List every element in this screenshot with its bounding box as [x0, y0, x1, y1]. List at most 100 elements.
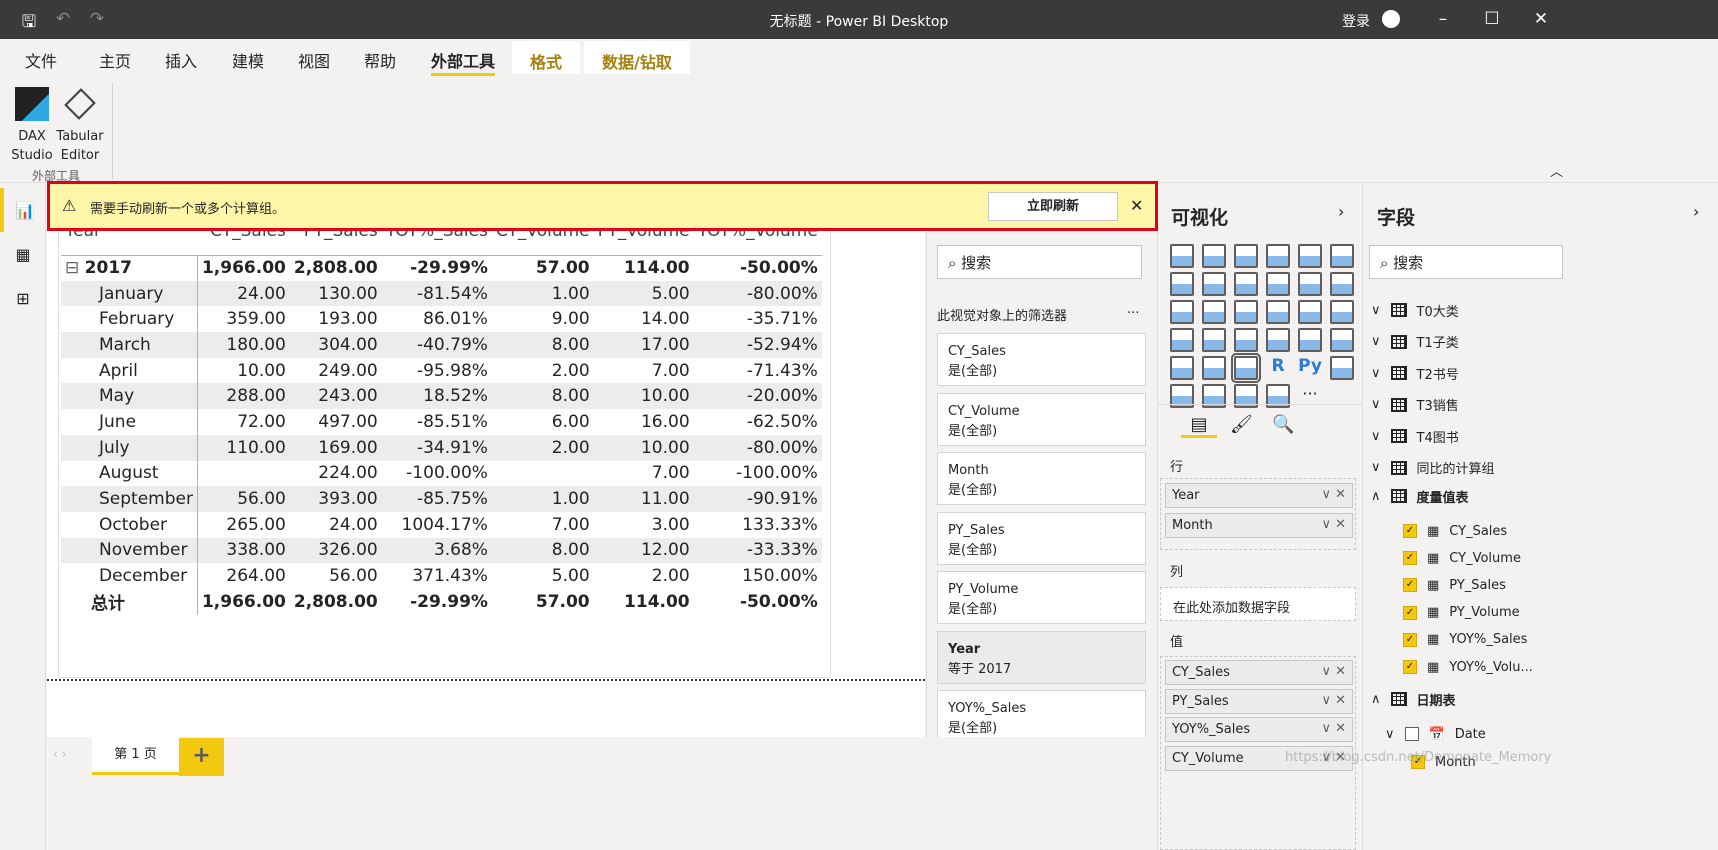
card-icon[interactable]	[1266, 328, 1290, 352]
filter-card[interactable]: CY_Volume 是(全部)	[937, 392, 1146, 446]
stacked-bar-icon[interactable]	[1170, 244, 1194, 268]
dax-studio-button[interactable]: DAX Studio	[10, 83, 54, 165]
ribbon-icon[interactable]	[1330, 272, 1354, 296]
collapse-icon[interactable]: ⊟	[65, 258, 85, 278]
collapse-fields-icon[interactable]: ›	[1693, 202, 1699, 221]
map-icon[interactable]	[1170, 328, 1194, 352]
tab-home[interactable]: 主页	[99, 48, 131, 76]
value-well[interactable]: PY_Sales ∨ ✕	[1165, 688, 1353, 714]
tab-format[interactable]: 格式	[512, 41, 581, 74]
filter-card[interactable]: YOY%_Sales 是(全部)	[937, 690, 1146, 743]
tab-insert[interactable]: 插入	[165, 48, 197, 76]
expand-icon[interactable]: ∨	[1371, 460, 1381, 475]
minimize-icon[interactable]: –	[1432, 9, 1454, 31]
model-view-icon[interactable]: ⊞	[0, 276, 46, 320]
stacked-column-icon[interactable]	[1202, 244, 1226, 268]
tab-file[interactable]: 文件	[25, 48, 57, 76]
gauge-icon[interactable]	[1234, 328, 1258, 352]
field-table[interactable]: ∧ 日期表	[1371, 686, 1456, 712]
remove-icon[interactable]: ∨ ✕	[1321, 487, 1346, 502]
clustered-column-icon[interactable]	[1266, 244, 1290, 268]
checkbox-checked[interactable]: ✓	[1403, 524, 1417, 538]
checkbox-checked[interactable]: ✓	[1403, 632, 1417, 647]
filter-card[interactable]: Month 是(全部)	[937, 452, 1146, 505]
field-table[interactable]: ∨ T2书号	[1371, 360, 1459, 386]
avatar[interactable]	[1382, 10, 1400, 28]
tab-help[interactable]: 帮助	[364, 48, 396, 76]
100-bar-icon[interactable]	[1298, 244, 1322, 268]
expand-icon[interactable]: ∨	[1371, 366, 1381, 381]
filters-search-input[interactable]: ⌕ 搜索	[937, 245, 1142, 279]
checkbox-checked[interactable]: ✓	[1403, 660, 1417, 674]
funnel-icon[interactable]	[1202, 300, 1226, 324]
clustered-bar-icon[interactable]	[1234, 244, 1258, 268]
remove-icon[interactable]: ∨ ✕	[1321, 517, 1346, 532]
remove-icon[interactable]: ∨ ✕	[1321, 693, 1346, 708]
refresh-now-button[interactable]: 立即刷新	[988, 192, 1118, 221]
field-table[interactable]: ∨ 同比的计算组	[1371, 455, 1495, 481]
format-tab-icon[interactable]: 🖌	[1230, 414, 1253, 435]
kpi-icon[interactable]	[1330, 328, 1354, 352]
field-measure[interactable]: ✓ ▦ CY_Sales	[1371, 518, 1507, 544]
filter-card[interactable]: CY_Sales 是(全部)	[937, 333, 1146, 386]
matrix-icon[interactable]	[1231, 353, 1261, 383]
analytics-tab-icon[interactable]: 🔍	[1272, 414, 1294, 435]
add-page-button[interactable]: +	[179, 738, 224, 776]
field-date[interactable]: ∨ 📅 Date	[1371, 721, 1486, 747]
field-table[interactable]: ∨ T1子类	[1371, 329, 1459, 355]
remove-icon[interactable]: ∨ ✕	[1321, 721, 1346, 736]
waterfall-icon[interactable]	[1170, 300, 1194, 324]
donut-icon[interactable]	[1298, 300, 1322, 324]
value-well[interactable]: CY_Sales ∨ ✕	[1165, 660, 1353, 685]
key-influencers-icon[interactable]	[1330, 356, 1354, 380]
field-measure[interactable]: ✓ ▦ PY_Volume	[1371, 600, 1520, 626]
python-visual-icon[interactable]: Py	[1298, 356, 1322, 380]
collapse-viz-icon[interactable]: ›	[1338, 202, 1344, 221]
stacked-area-icon[interactable]	[1234, 272, 1258, 296]
table-icon[interactable]	[1202, 356, 1226, 380]
expand-icon[interactable]: ∨	[1371, 334, 1381, 349]
tab-modeling[interactable]: 建模	[232, 48, 264, 76]
prev-page-icon[interactable]: ‹ ›	[53, 747, 66, 761]
treemap-icon[interactable]	[1330, 300, 1354, 324]
field-table[interactable]: ∨ T0大类	[1371, 297, 1459, 323]
field-measure[interactable]: ✓ ▦ YOY%_Sales	[1371, 627, 1527, 653]
matrix-visual[interactable]: Year CY_Sales PY_Sales YOY%_Sales CY_Volume P…	[58, 198, 831, 678]
field-table[interactable]: ∨ T4图书	[1371, 423, 1459, 449]
checkbox-checked[interactable]: ✓	[1403, 551, 1417, 566]
field-table[interactable]: ∨ T3销售	[1371, 392, 1459, 418]
tab-view[interactable]: 视图	[298, 48, 330, 76]
close-icon[interactable]: ✕	[1530, 9, 1552, 31]
expand-icon[interactable]: ∨	[1385, 727, 1395, 742]
field-measure[interactable]: ✓ ▦ CY_Volume	[1371, 545, 1521, 571]
line-column-icon[interactable]	[1266, 272, 1290, 296]
maximize-icon[interactable]: ☐	[1481, 9, 1503, 31]
report-view-icon[interactable]: 📊	[0, 188, 46, 232]
tabular-editor-button[interactable]: Tabular Editor	[56, 83, 104, 165]
signin-link[interactable]: 登录	[1342, 11, 1370, 31]
expand-icon[interactable]: ∨	[1371, 303, 1381, 318]
area-icon[interactable]	[1202, 272, 1226, 296]
checkbox-checked[interactable]: ✓	[1403, 605, 1417, 620]
filter-card[interactable]: PY_Sales 是(全部)	[937, 511, 1146, 565]
data-view-icon[interactable]: ▦	[0, 232, 46, 276]
pie-icon[interactable]	[1266, 300, 1290, 324]
row-well-month[interactable]: Month ∨ ✕	[1165, 513, 1353, 538]
filter-card[interactable]: PY_Volume 是(全部)	[937, 571, 1146, 624]
100-column-icon[interactable]	[1330, 244, 1354, 268]
value-well[interactable]: YOY%_Sales ∨ ✕	[1165, 717, 1353, 742]
collapse-icon[interactable]: ∧	[1371, 489, 1381, 504]
more-options-icon[interactable]: ...	[1127, 302, 1139, 317]
field-table[interactable]: ∧ 度量值表	[1371, 483, 1469, 509]
dismiss-banner-icon[interactable]: ✕	[1130, 196, 1143, 215]
remove-icon[interactable]: ∨ ✕	[1321, 664, 1346, 679]
multi-row-card-icon[interactable]	[1298, 328, 1322, 352]
slicer-icon[interactable]	[1170, 356, 1194, 380]
columns-well[interactable]: 在此处添加数据字段	[1160, 587, 1356, 621]
line-icon[interactable]	[1170, 272, 1194, 296]
scatter-icon[interactable]	[1234, 300, 1258, 324]
fields-tab-icon[interactable]: ▤	[1181, 414, 1217, 438]
tab-external-tools[interactable]: 外部工具	[431, 48, 496, 76]
expand-icon[interactable]: ∨	[1371, 429, 1381, 444]
filled-map-icon[interactable]	[1202, 328, 1226, 352]
